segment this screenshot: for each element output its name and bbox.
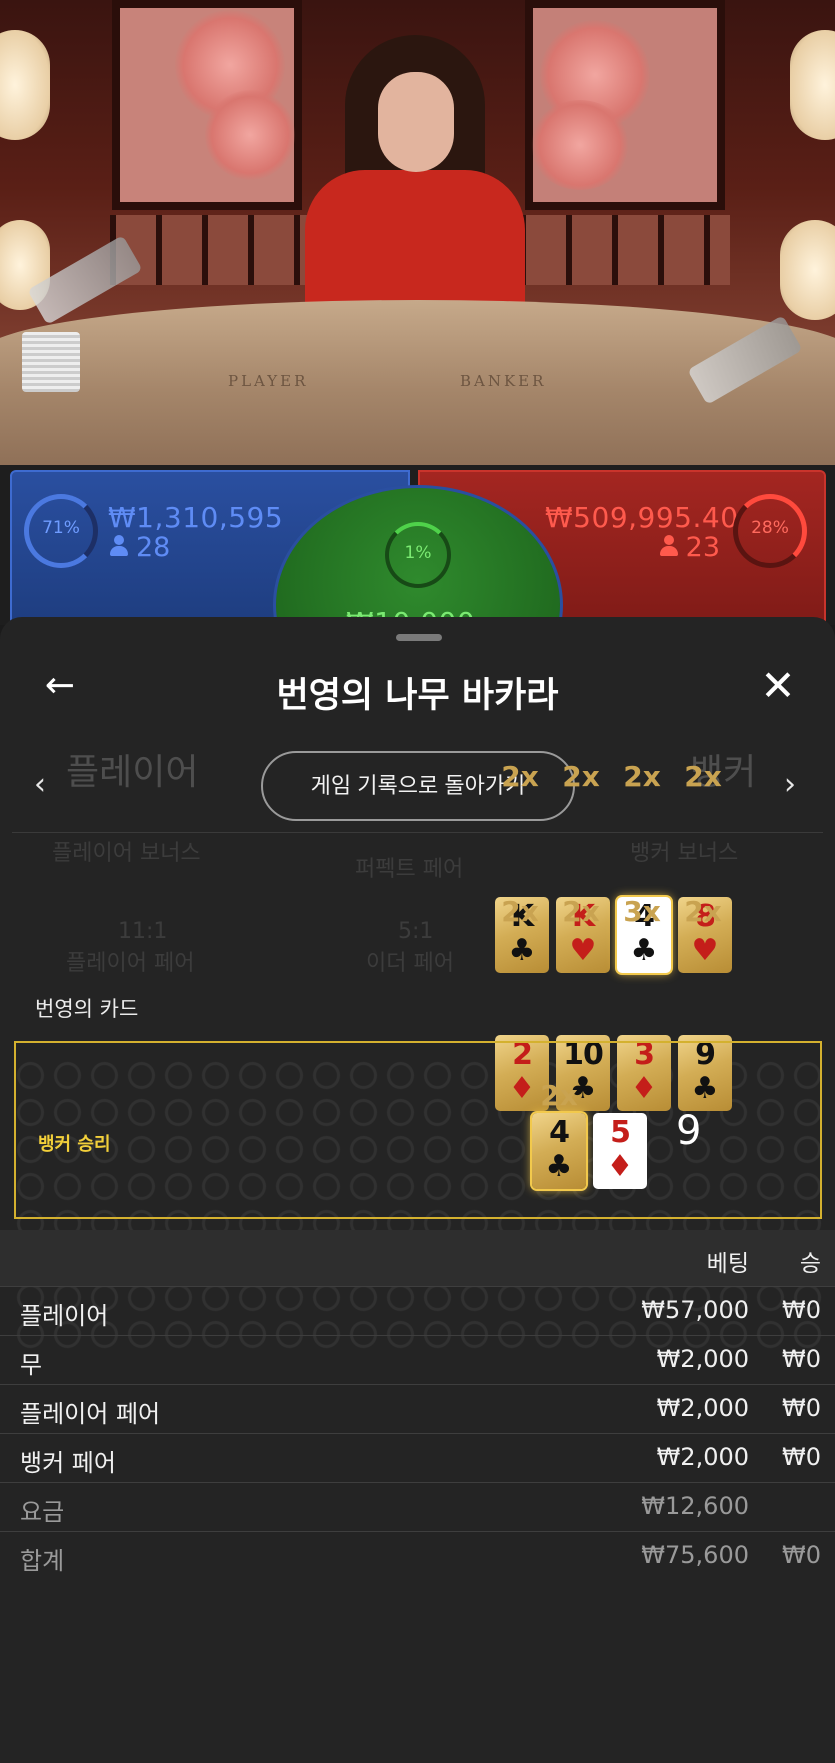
bet-amount: ₩2,000 <box>656 1443 749 1471</box>
card-rank: 5 <box>610 1115 631 1150</box>
player-total-amount: ₩1,310,595 <box>108 501 284 534</box>
card-rank: 4 <box>549 1115 570 1150</box>
bet-name: 뱅커 페어 <box>20 1449 116 1477</box>
table-row: 뱅커 페어 ₩2,000 ₩0 <box>0 1433 835 1482</box>
table-row-total: 합계 ₩75,600 ₩0 <box>0 1531 835 1580</box>
bet-amount: ₩2,000 <box>656 1345 749 1373</box>
result-card: 5 ♦ <box>593 1113 647 1189</box>
card-multiplier: 2x <box>562 760 600 793</box>
card-stack <box>22 332 80 392</box>
prev-round-button[interactable]: ‹ <box>34 767 46 802</box>
person-icon <box>110 535 128 557</box>
bet-amount: ₩2,000 <box>656 1394 749 1422</box>
player-percent: 71% <box>42 518 80 538</box>
blossom-decoration <box>205 90 295 180</box>
dealer-face <box>378 72 454 172</box>
table-label-banker: BANKER <box>460 372 547 390</box>
diamond-suit-icon: ♦ <box>606 1149 634 1184</box>
sheet-title: 번영의 나무 바카라 <box>276 676 559 716</box>
bets-table-header: 베팅 승 <box>0 1230 835 1286</box>
arrow-left-icon: ← <box>44 665 76 706</box>
blossom-decoration <box>530 100 630 190</box>
player-count-value: 28 <box>136 532 171 563</box>
club-suit-icon: ♣ <box>545 1149 573 1184</box>
prosperity-cards-label: 번영의 카드 <box>35 997 139 1021</box>
live-video-stream: PLAYER BANKER <box>0 0 835 470</box>
card-multiplier: 2x <box>684 895 722 928</box>
bet-amount: ₩57,000 <box>641 1296 749 1324</box>
table-label-player: PLAYER <box>228 372 309 390</box>
chevron-left-icon: ‹ <box>34 767 46 802</box>
club-suit-icon: ♣ <box>508 933 536 968</box>
bet-amount: ₩75,600 <box>641 1541 749 1569</box>
lantern-decoration <box>780 220 835 320</box>
ghost-banker-bonus: 뱅커 보너스 <box>630 841 739 866</box>
back-button[interactable]: ← <box>38 664 82 708</box>
table-row: 요금 ₩12,600 <box>0 1482 835 1531</box>
chevron-right-icon: › <box>784 767 796 802</box>
club-suit-icon: ♣ <box>630 933 658 968</box>
table-row: 플레이어 ₩57,000 ₩0 <box>0 1286 835 1335</box>
next-round-button[interactable]: › <box>784 767 796 802</box>
bottom-fade <box>0 1637 835 1763</box>
result-card: 4 ♣ <box>532 1113 586 1189</box>
banker-count: 23 <box>659 532 720 563</box>
bet-name: 무 <box>20 1351 43 1379</box>
card-multiplier: 2x <box>623 760 661 793</box>
heart-suit-icon: ♥ <box>569 933 597 968</box>
bet-name: 요금 <box>20 1498 65 1526</box>
result-card-multiplier: 2x <box>540 1079 578 1112</box>
banker-count-value: 23 <box>685 532 720 563</box>
player-percent-ring: 71% <box>24 494 98 568</box>
prev-label: 플레이어 <box>66 752 199 793</box>
table-row: 무 ₩2,000 ₩0 <box>0 1335 835 1384</box>
card-multiplier: 2x <box>684 760 722 793</box>
sheet-drag-handle[interactable] <box>396 634 442 641</box>
banker-total-amount: ₩509,995.40 <box>545 501 739 534</box>
ghost-player-bonus: 플레이어 보너스 <box>52 841 201 866</box>
bet-name: 합계 <box>20 1547 65 1575</box>
result-total: 9 <box>676 1108 702 1154</box>
heart-suit-icon: ♥ <box>691 933 719 968</box>
ghost-player-pair: 플레이어 페어 <box>66 951 195 976</box>
lattice-decoration <box>520 215 730 285</box>
person-icon <box>659 535 678 557</box>
bet-name: 플레이어 <box>20 1302 109 1330</box>
tie-percent-ring: 1% <box>385 522 451 588</box>
win-amount: ₩0 <box>782 1443 821 1471</box>
table-row: 플레이어 페어 ₩2,000 ₩0 <box>0 1384 835 1433</box>
lantern-decoration <box>790 30 835 140</box>
win-amount: ₩0 <box>782 1345 821 1373</box>
ghost-perfect-pair: 퍼펙트 페어 <box>355 857 464 882</box>
bet-amount: ₩12,600 <box>641 1492 749 1520</box>
card-multiplier: 3x <box>623 895 661 928</box>
card-multiplier: 2x <box>501 760 539 793</box>
bet-name: 플레이어 페어 <box>20 1400 161 1428</box>
ghost-either-pair: 이더 페어 <box>366 951 454 976</box>
player-count: 28 <box>110 532 170 563</box>
result-label: 뱅커 승리 <box>38 1134 111 1155</box>
tie-percent: 1% <box>404 543 432 563</box>
bet-column-header: 베팅 <box>706 1251 749 1277</box>
close-icon: ✕ <box>760 661 796 710</box>
banker-percent: 28% <box>751 518 789 538</box>
ghost-player-pair-odds: 11:1 <box>118 919 168 944</box>
app-root: { "stream": { "table_labels": { "player"… <box>0 0 835 1763</box>
close-button[interactable]: ✕ <box>756 664 800 708</box>
card-multiplier: 2x <box>501 895 539 928</box>
divider <box>12 832 823 833</box>
win-column-header: 승 <box>799 1251 821 1277</box>
game-result-sheet: ← 번영의 나무 바카라 ✕ 플레이어 뱅커 ‹ › 게임 기록으로 돌아가기 … <box>0 617 835 1763</box>
win-amount: ₩0 <box>782 1394 821 1422</box>
banker-percent-ring: 28% <box>733 494 807 568</box>
ghost-either-pair-odds: 5:1 <box>398 919 434 944</box>
round-result-box: 뱅커 승리 2x 4 ♣ 5 ♦ 9 <box>14 1041 822 1219</box>
card-multiplier: 2x <box>562 895 600 928</box>
lantern-decoration <box>0 30 50 140</box>
win-amount: ₩0 <box>782 1541 821 1569</box>
win-amount: ₩0 <box>782 1296 821 1324</box>
